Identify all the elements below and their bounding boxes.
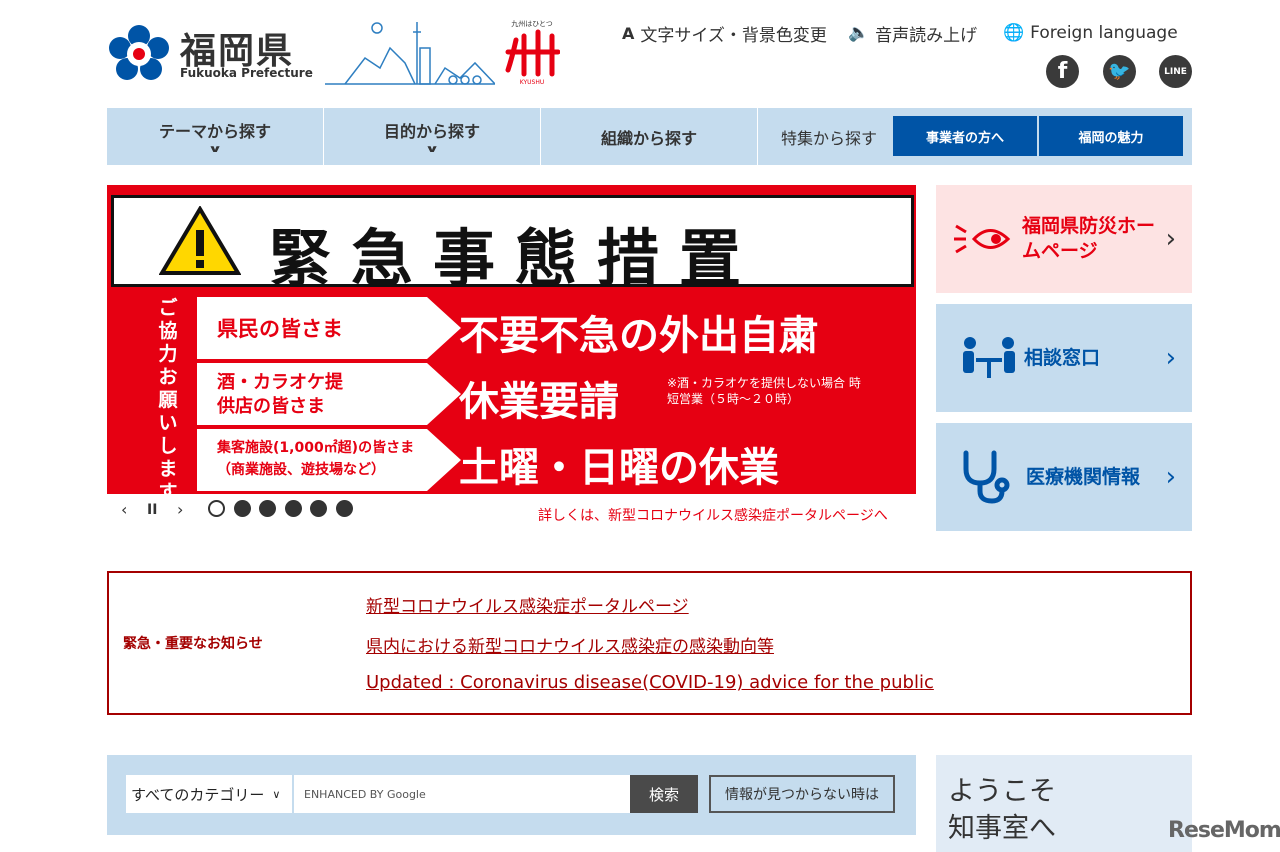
consultation-card[interactable]: 相談窓口 › — [936, 304, 1192, 412]
facebook-icon[interactable]: f — [1046, 55, 1079, 88]
welcome-line-1: ようこそ — [948, 776, 1056, 807]
nav-purpose[interactable]: 目的から探す ∨ — [324, 108, 541, 165]
banner-detail-link[interactable]: 詳しくは、新型コロナウイルス感染症ポータルページへ — [538, 505, 888, 525]
banner-request-1: 不要不急の外出自粛 — [459, 313, 819, 359]
arrow-shape — [427, 297, 461, 359]
nav-theme[interactable]: テーマから探す ∨ — [107, 108, 324, 165]
banner-row-target: 集客施設(1,000㎡超)の皆さま（商業施設、遊技場など） — [197, 429, 427, 491]
text-size-link[interactable]: A 文字サイズ・背景色変更 — [622, 20, 827, 46]
read-aloud-link[interactable]: 🔈 音声読み上げ — [848, 20, 977, 46]
site-name-en: Fukuoka Prefecture — [180, 66, 313, 80]
banner-title: 緊急事態措置 — [269, 222, 762, 295]
text-size-label: 文字サイズ・背景色変更 — [640, 25, 827, 46]
chevron-right-icon: › — [1165, 343, 1176, 373]
slide-dot[interactable] — [284, 500, 302, 517]
search-input-placeholder: ENHANCED BY Google — [304, 787, 426, 801]
banner-target-1: 県民の皆さま — [217, 317, 343, 341]
prefecture-logo-icon[interactable] — [108, 24, 170, 82]
disaster-prevention-label: 福岡県防災ホームページ — [1022, 215, 1156, 262]
banner-note: ※酒・カラオケを提供しない場合 時短営業（５時～２０時） — [667, 376, 861, 406]
pause-slide-button[interactable]: II — [147, 502, 157, 518]
read-aloud-label: 音声読み上げ — [875, 25, 978, 46]
notice-link-trend[interactable]: 県内における新型コロナウイルス感染症の感染動向等 — [366, 632, 774, 657]
warning-icon — [159, 206, 241, 275]
kyushu-tagline: 九州はひとつ — [511, 19, 553, 28]
category-select[interactable]: すべてのカテゴリー ∨ — [126, 775, 292, 813]
alert-eye-icon — [954, 224, 1011, 254]
next-slide-button[interactable]: › — [177, 500, 183, 519]
notice-title: 緊急・重要なお知らせ — [123, 636, 263, 652]
banner-request-3: 土曜・日曜の休業 — [459, 445, 779, 491]
stethoscope-icon — [963, 450, 1010, 504]
chevron-down-icon: ∨ — [424, 144, 440, 155]
search-button[interactable]: 検索 — [630, 775, 698, 813]
speaker-icon: 🔈 — [848, 23, 870, 43]
info-not-found-button[interactable]: 情報が見つからない時は — [709, 775, 895, 813]
arrow-shape — [427, 429, 461, 491]
notice-link-english[interactable]: Updated : Coronavirus disease(COVID-19) … — [366, 672, 934, 693]
banner-request-2: 休業要請 — [459, 379, 619, 425]
nav-theme-label: テーマから探す — [158, 122, 271, 141]
welcome-text: ようこそ 知事室へ — [948, 773, 1056, 847]
disaster-prevention-card[interactable]: 福岡県防災ホームページ › — [936, 185, 1192, 293]
slide-dot[interactable] — [259, 500, 276, 517]
welcome-line-2: 知事室へ — [948, 813, 1056, 844]
skyline-illustration — [325, 22, 495, 85]
banner-row-target: 県民の皆さま — [197, 297, 427, 359]
text-size-icon: A — [622, 23, 635, 43]
banner-title-box: 緊急事態措置 — [111, 195, 914, 295]
prev-slide-button[interactable]: ‹ — [121, 500, 127, 519]
nav-feature-label: 特集から探す — [780, 128, 877, 148]
search-input[interactable]: ENHANCED BY Google — [294, 775, 630, 813]
slide-dot[interactable] — [335, 500, 353, 517]
banner-vertical-text: ご協力お願いします — [158, 297, 178, 494]
kyushu-label: KYUSHU — [520, 79, 545, 86]
slide-dot[interactable] — [208, 500, 225, 517]
notice-link-portal[interactable]: 新型コロナウイルス感染症ポータルページ — [366, 592, 689, 617]
foreign-language-link[interactable]: 🌐 Foreign language — [1003, 20, 1178, 46]
nav-business-button[interactable]: 事業者の方へ — [893, 116, 1037, 156]
nav-organization[interactable]: 組織から探す — [541, 108, 758, 165]
nav-purpose-label: 目的から探す — [383, 122, 480, 141]
medical-info-card[interactable]: 医療機関情報 › — [936, 423, 1192, 531]
chevron-down-icon: ∨ — [207, 144, 223, 155]
nav-organization-label: 組織から探す — [600, 128, 697, 148]
foreign-language-label: Foreign language — [1030, 23, 1178, 43]
governor-welcome-card[interactable]: ようこそ 知事室へ — [936, 755, 1192, 852]
banner-row-target: 酒・カラオケ提供店の皆さま — [197, 363, 427, 425]
consultation-label: 相談窓口 — [1024, 346, 1101, 369]
globe-icon: 🌐 — [1003, 23, 1025, 43]
banner-target-2: 酒・カラオケ提供店の皆さま — [217, 372, 343, 417]
medical-info-label: 医療機関情報 — [1026, 465, 1141, 488]
chevron-right-icon: › — [1165, 462, 1176, 492]
watermark-logo: ReseMom — [1168, 818, 1280, 843]
slide-dot[interactable] — [233, 500, 251, 517]
twitter-icon[interactable]: 🐦 — [1103, 55, 1136, 88]
line-icon[interactable]: LINE — [1159, 55, 1192, 88]
kyushu-logo-icon: 九州はひとつ KYUSHU — [505, 19, 560, 86]
banner-target-3: 集客施設(1,000㎡超)の皆さま（商業施設、遊技場など） — [217, 440, 415, 478]
nav-fukuoka-charm-button[interactable]: 福岡の魅力 — [1039, 116, 1183, 156]
consultation-icon — [963, 337, 1015, 378]
category-select-value: すべてのカテゴリー — [131, 785, 265, 804]
slide-dot[interactable] — [310, 500, 327, 517]
chevron-down-icon: ∨ — [272, 787, 281, 801]
emergency-banner[interactable]: 緊急事態措置 ご協力お願いします 県民の皆さま 酒・カラオケ提供店の皆さま 集客… — [107, 185, 916, 494]
arrow-shape — [427, 363, 461, 425]
chevron-right-icon: › — [1165, 224, 1176, 254]
